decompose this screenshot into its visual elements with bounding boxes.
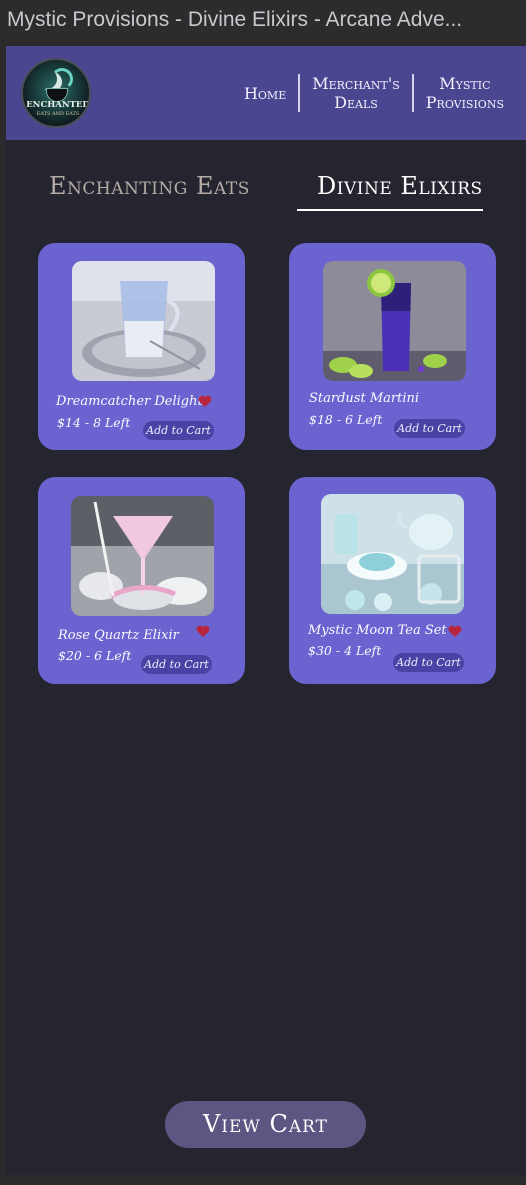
nav-merchants-deals[interactable]: Merchant's Deals — [300, 74, 412, 112]
nav-home-label: Home — [243, 83, 287, 103]
logo-text: ENCHANTED — [26, 100, 90, 110]
product-price: $20 — [58, 648, 82, 663]
tab-enchanting-eats[interactable]: Enchanting Eats — [49, 172, 250, 200]
window-title: Mystic Provisions - Divine Elixirs - Arc… — [0, 0, 526, 40]
heart-icon[interactable] — [198, 395, 212, 408]
nav-provisions-label-line1: Mystic — [439, 74, 491, 93]
product-price-stock: $30 - 4 Left — [308, 643, 381, 658]
product-stock: 6 Left — [94, 648, 132, 663]
heart-icon[interactable] — [196, 625, 210, 638]
product-image — [72, 261, 215, 381]
site-header: ENCHANTED EATS AND EATS Home Merchant's … — [6, 46, 526, 140]
product-stock: 6 Left — [345, 412, 383, 427]
nav-home[interactable]: Home — [232, 84, 298, 103]
product-name: Mystic Moon Tea Set — [308, 623, 447, 638]
product-card-rose-quartz-elixir[interactable]: Rose Quartz Elixir $20 - 6 Left Add to C… — [38, 477, 245, 684]
product-image — [323, 261, 466, 381]
price-separator: - — [335, 643, 341, 658]
active-tab-indicator — [297, 209, 483, 211]
nav-provisions-label-line2: Provisions — [425, 93, 504, 112]
tab-divine-elixirs[interactable]: Divine Elixirs — [317, 172, 483, 200]
price-separator: - — [336, 412, 342, 427]
product-price: $30 — [308, 643, 332, 658]
nav-deals-label-line1: Merchant's — [312, 74, 400, 93]
product-image — [71, 496, 214, 616]
view-cart-button[interactable]: View Cart — [165, 1101, 366, 1148]
product-name: Rose Quartz Elixir — [58, 628, 179, 643]
product-price: $18 — [309, 412, 333, 427]
product-price: $14 — [57, 415, 81, 430]
product-card-dreamcatcher-delight[interactable]: Dreamcatcher Delight $14 - 8 Left Add to… — [38, 243, 245, 450]
product-name: Stardust Martini — [309, 391, 420, 406]
product-price-stock: $18 - 6 Left — [309, 412, 382, 427]
product-stock: 8 Left — [93, 415, 131, 430]
main-nav: Home Merchant's Deals Mystic Provisions — [232, 46, 516, 140]
nav-deals-label-line2: Deals — [334, 93, 378, 112]
add-to-cart-button[interactable]: Add to Cart — [393, 653, 464, 672]
price-separator: - — [85, 648, 91, 663]
category-tabs: Enchanting Eats Divine Elixirs — [6, 140, 526, 220]
product-stock: 4 Left — [344, 643, 382, 658]
heart-icon[interactable] — [448, 625, 462, 638]
swirl-icon — [51, 68, 73, 90]
product-price-stock: $14 - 8 Left — [57, 415, 130, 430]
nav-mystic-provisions[interactable]: Mystic Provisions — [414, 74, 516, 112]
app-window: ENCHANTED EATS AND EATS Home Merchant's … — [6, 46, 526, 1175]
cauldron-moon-logo[interactable]: ENCHANTED EATS AND EATS — [21, 58, 91, 128]
logo-subtext: EATS AND EATS — [36, 111, 80, 117]
add-to-cart-button[interactable]: Add to Cart — [394, 419, 465, 438]
add-to-cart-button[interactable]: Add to Cart — [141, 655, 212, 674]
product-card-mystic-moon-tea-set[interactable]: Mystic Moon Tea Set $30 - 4 Left Add to … — [289, 477, 496, 684]
product-name: Dreamcatcher Delight — [56, 394, 203, 409]
product-image — [321, 494, 464, 614]
product-card-stardust-martini[interactable]: Stardust Martini $18 - 6 Left Add to Car… — [289, 243, 496, 450]
product-price-stock: $20 - 6 Left — [58, 648, 131, 663]
price-separator: - — [84, 415, 90, 430]
add-to-cart-button[interactable]: Add to Cart — [143, 421, 214, 440]
